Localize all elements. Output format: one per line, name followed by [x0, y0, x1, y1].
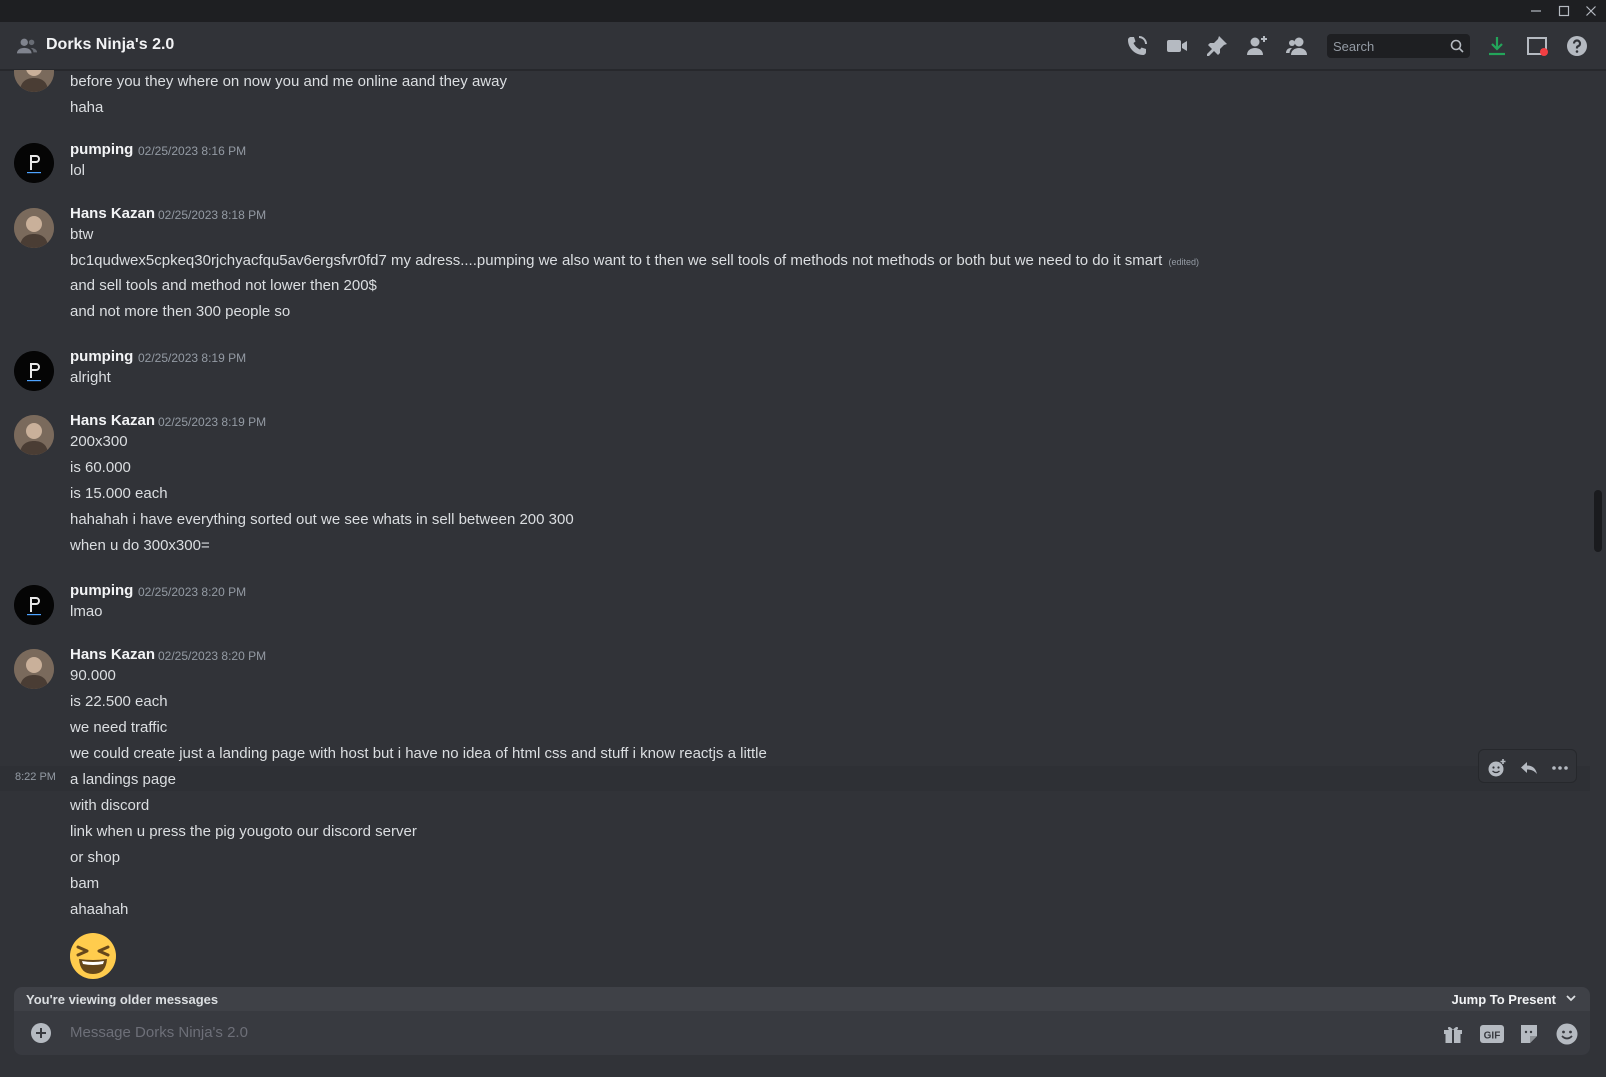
inbox-icon[interactable]: [1525, 34, 1549, 58]
message-line: or shop: [70, 849, 121, 866]
close-icon[interactable]: [1577, 0, 1605, 22]
help-icon[interactable]: [1565, 34, 1589, 58]
member-list-icon[interactable]: [1285, 34, 1309, 58]
message-line: is 22.500 each: [70, 693, 168, 710]
add-member-icon[interactable]: [1245, 34, 1269, 58]
message-line: lol: [70, 162, 86, 179]
gif-icon[interactable]: GIF: [1479, 1022, 1504, 1046]
avatar[interactable]: [14, 208, 54, 248]
avatar[interactable]: [14, 585, 54, 625]
message-line: when u do 300x300=: [70, 537, 210, 554]
call-icon[interactable]: [1125, 34, 1149, 58]
message-line: alright: [70, 369, 111, 386]
more-icon[interactable]: [1550, 758, 1570, 778]
message-line: bc1qudwex5cpkeq30rjchyacfqu5av6ergsfvr0f…: [70, 252, 1199, 269]
message-line: 90.000: [70, 667, 116, 684]
message-line: haha: [70, 99, 104, 116]
username[interactable]: pumping: [70, 348, 133, 365]
message-line: bam: [70, 875, 100, 892]
minimize-icon[interactable]: [1522, 0, 1550, 22]
message-line: ahaahah: [70, 901, 129, 918]
avatar[interactable]: [14, 649, 54, 689]
message-line: before you they where on now you and me …: [70, 73, 507, 90]
message-line: is 15.000 each: [70, 485, 168, 502]
channel-title: Dorks Ninja's 2.0: [46, 36, 175, 53]
message-line: and not more then 300 people so: [70, 303, 291, 320]
sticker-icon[interactable]: [1517, 1022, 1541, 1046]
message-actions-toolbar: [1478, 749, 1577, 783]
message-line: we need traffic: [70, 719, 168, 736]
message-line: a landings page: [70, 771, 176, 788]
message-line: with discord: [70, 797, 150, 814]
search-icon: [1450, 39, 1464, 58]
message-line: btw: [70, 226, 94, 243]
edited-label: (edited): [1168, 257, 1199, 267]
message-line: 200x300: [70, 433, 128, 450]
username[interactable]: pumping: [70, 582, 133, 599]
timestamp: 02/25/2023 8:19 PM: [158, 415, 267, 429]
channel-header: Dorks Ninja's 2.0 Search: [0, 22, 1606, 70]
window-titlebar: [0, 0, 1606, 22]
timestamp: 02/25/2023 8:20 PM: [138, 585, 247, 599]
video-icon[interactable]: [1165, 34, 1189, 58]
message-list[interactable]: before you they where on now you and me …: [0, 70, 1590, 985]
jump-to-present-button[interactable]: Jump To Present: [1451, 992, 1556, 1007]
older-messages-text: You're viewing older messages: [26, 992, 219, 1007]
timestamp: 02/25/2023 8:18 PM: [158, 208, 267, 222]
avatar[interactable]: [14, 415, 54, 455]
older-messages-bar: You're viewing older messages Jump To Pr…: [14, 987, 1590, 1011]
message-line: is 60.000: [70, 459, 131, 476]
message-line: we could create just a landing page with…: [70, 745, 767, 762]
username[interactable]: pumping: [70, 141, 133, 158]
chevron-down-icon[interactable]: [1564, 991, 1578, 1010]
gif-label: GIF: [1484, 1031, 1501, 1042]
pin-icon[interactable]: [1205, 34, 1229, 58]
add-attachment-icon[interactable]: [30, 1022, 52, 1049]
download-icon[interactable]: [1485, 34, 1509, 58]
message-line: link when u press the pig yougoto our di…: [70, 823, 417, 840]
search-input[interactable]: Search: [1327, 34, 1470, 58]
scrollbar-thumb[interactable]: [1594, 490, 1602, 552]
message-line: and sell tools and method not lower then…: [70, 277, 377, 294]
message-input[interactable]: Message Dorks Ninja's 2.0: [70, 1024, 248, 1041]
group-dm-icon: [16, 35, 38, 62]
message-text: bc1qudwex5cpkeq30rjchyacfqu5av6ergsfvr0f…: [70, 252, 1163, 269]
timestamp: 02/25/2023 8:16 PM: [138, 144, 247, 158]
message-line: hahahah i have everything sorted out we …: [70, 511, 574, 528]
emoji-icon[interactable]: [1555, 1022, 1579, 1046]
maximize-icon[interactable]: [1550, 0, 1578, 22]
username[interactable]: Hans Kazan: [70, 412, 155, 429]
add-reaction-icon[interactable]: [1487, 758, 1507, 778]
message-composer[interactable]: Message Dorks Ninja's 2.0 GIF: [14, 1011, 1590, 1055]
reply-icon[interactable]: [1519, 758, 1539, 778]
search-placeholder: Search: [1333, 39, 1375, 54]
hover-timestamp: 8:22 PM: [15, 771, 56, 783]
username[interactable]: Hans Kazan: [70, 205, 155, 222]
avatar[interactable]: [14, 70, 54, 92]
avatar[interactable]: [14, 143, 54, 183]
laughing-emoji[interactable]: [69, 932, 117, 980]
username[interactable]: Hans Kazan: [70, 646, 155, 663]
message-line: lmao: [70, 603, 103, 620]
avatar[interactable]: [14, 351, 54, 391]
timestamp: 02/25/2023 8:19 PM: [138, 351, 247, 365]
gift-icon[interactable]: [1441, 1022, 1465, 1046]
hovered-message-row[interactable]: [0, 766, 1590, 791]
timestamp: 02/25/2023 8:20 PM: [158, 649, 267, 663]
